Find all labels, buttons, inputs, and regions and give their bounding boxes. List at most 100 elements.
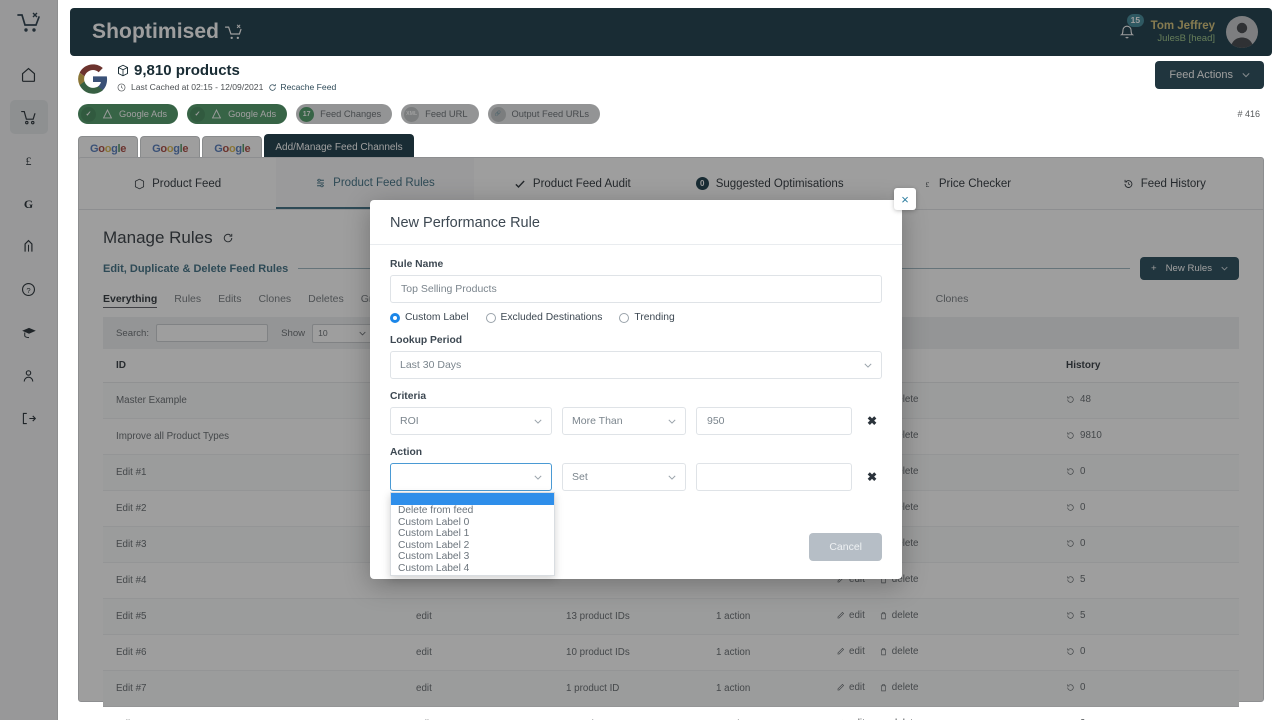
tab-feed-history[interactable]: Feed History	[1066, 158, 1263, 209]
pill-google-ads-2[interactable]: ✓ Google Ads	[187, 104, 288, 124]
remove-criteria-icon[interactable]: ✖	[862, 414, 882, 428]
rule-name-input[interactable]: Top Selling Products	[390, 275, 882, 303]
user-name: Tom Jeffrey	[1150, 19, 1215, 32]
search-input[interactable]	[156, 324, 269, 342]
action-row: Delete from feed Custom Label 0 Custom Lab…	[390, 463, 882, 576]
ads-icon	[211, 109, 222, 119]
cell-history: 0	[1053, 526, 1239, 563]
close-icon[interactable]: ×	[894, 188, 916, 210]
edit-row-button[interactable]: edit	[836, 610, 865, 621]
feed-change-count: 17	[299, 106, 315, 122]
clock-icon	[117, 83, 126, 91]
page-title-label: Manage Rules	[103, 228, 213, 247]
delete-row-button[interactable]: delete	[879, 610, 919, 621]
radio-custom-label[interactable]: Custom Label	[390, 312, 469, 323]
filter-edits[interactable]: Edits	[218, 293, 241, 308]
plus-icon: +	[1151, 263, 1157, 274]
notifications-button[interactable]: 15	[1118, 14, 1145, 45]
filter-rules[interactable]: Rules	[174, 293, 201, 308]
sidebar-item-pricing[interactable]: £	[10, 143, 48, 177]
cell-actions: 1 action	[703, 634, 823, 671]
action-value-input[interactable]	[696, 463, 852, 491]
radio-excluded-destinations[interactable]: Excluded Destinations	[485, 312, 602, 323]
new-rules-label: New Rules	[1165, 263, 1212, 274]
pencil-icon	[837, 647, 845, 655]
tab-label: Price Checker	[938, 177, 1012, 190]
radio-trending[interactable]: Trending	[619, 312, 675, 323]
product-count: 9,810 products	[117, 62, 336, 79]
edit-row-button[interactable]: edit	[836, 682, 865, 693]
search-label: Search:	[116, 327, 150, 339]
chevron-down-icon	[668, 475, 676, 480]
sidebar-item-academy[interactable]	[10, 315, 48, 349]
cell-row-actions: edit delete	[823, 634, 1053, 671]
chevron-down-icon	[534, 475, 542, 480]
lookup-period-select[interactable]: Last 30 Days	[390, 351, 882, 379]
dropdown-option[interactable]: Custom Label 3	[391, 551, 554, 563]
delete-row-button[interactable]: delete	[879, 646, 919, 657]
filter-clones-2[interactable]: Clones	[936, 293, 969, 308]
filter-everything[interactable]: Everything	[103, 293, 158, 308]
box-icon	[135, 178, 145, 189]
dropdown-option[interactable]: Custom Label 0	[391, 517, 554, 529]
cell-type: edit	[403, 706, 553, 720]
pill-feed-changes[interactable]: 17 Feed Changes	[296, 104, 393, 124]
history-icon	[1067, 468, 1074, 475]
pill-google-ads-1[interactable]: ✓ Google Ads	[78, 104, 179, 124]
action-operator-select[interactable]: Set	[562, 463, 686, 491]
pill-feed-url[interactable]: XML Feed URL	[401, 104, 479, 124]
history-icon	[1067, 612, 1074, 619]
dropdown-option[interactable]: Custom Label 2	[391, 540, 554, 552]
column-history[interactable]: History	[1053, 349, 1239, 383]
avatar[interactable]	[1226, 16, 1258, 48]
dropdown-option[interactable]: Delete from feed	[391, 505, 554, 517]
xml-icon: XML	[404, 106, 420, 122]
criteria-value-input[interactable]: 950	[696, 407, 852, 435]
dialog-title: New Performance Rule	[390, 215, 540, 231]
chevron-down-icon	[864, 363, 872, 368]
sidebar-item-logout[interactable]	[10, 401, 48, 435]
criteria-operator-select[interactable]: More Than	[562, 407, 686, 435]
dropdown-option[interactable]: Custom Label 4	[391, 563, 554, 575]
history-icon	[1067, 576, 1074, 583]
delete-row-button[interactable]: delete	[879, 682, 919, 693]
column-id[interactable]: ID	[103, 349, 403, 383]
action-field-select[interactable]	[390, 463, 552, 491]
pill-output-feed-urls[interactable]: 🔗 Output Feed URLs	[487, 104, 601, 124]
sidebar-item-account[interactable]	[10, 358, 48, 392]
recache-feed-button[interactable]: Recache Feed	[268, 82, 336, 92]
dropdown-option[interactable]	[391, 493, 554, 505]
shoptimised-logo-icon	[16, 12, 42, 39]
remove-action-icon[interactable]: ✖	[862, 470, 882, 484]
sidebar-item-channels[interactable]	[10, 229, 48, 263]
sidebar-item-home[interactable]	[10, 57, 48, 91]
sidebar-item-help[interactable]: ?	[10, 272, 48, 306]
cell-product-ids: 1 product ID	[553, 670, 703, 707]
edit-row-button[interactable]: edit	[836, 646, 865, 657]
cell-row-actions: editdelete	[823, 706, 1053, 720]
user-menu[interactable]: 15 Tom Jeffrey JulesB [head]	[1118, 14, 1262, 48]
last-cached: Last Cached at 02:15 - 12/09/2021 Recach…	[117, 82, 336, 92]
table-row: Edit #5 edit 13 product IDs 1 action edit del…	[103, 598, 1239, 635]
action-section: Action Delete from feed Custom Label 0 Cus…	[390, 447, 882, 576]
new-rules-button[interactable]: + New Rules	[1140, 257, 1239, 280]
cell-product-ids: 10 product IDs	[553, 634, 703, 671]
cell-actions: 1 action	[703, 598, 823, 635]
refresh-icon[interactable]	[222, 232, 234, 244]
check-icon: ✓	[81, 106, 96, 122]
sidebar-item-shopping[interactable]	[9, 100, 48, 134]
entries-value: 10	[318, 328, 328, 338]
filter-deletes[interactable]: Deletes	[308, 293, 344, 308]
ads-icon	[102, 109, 113, 119]
dropdown-option[interactable]: Custom Label 1	[391, 528, 554, 540]
tab-product-feed[interactable]: Product Feed	[79, 158, 276, 209]
action-field-options-list: Delete from feed Custom Label 0 Custom Lab…	[390, 492, 555, 576]
feed-actions-button[interactable]: Feed Actions	[1155, 61, 1264, 89]
chevron-down-icon	[534, 419, 542, 424]
criteria-value: 950	[707, 415, 725, 427]
filter-clones[interactable]: Clones	[258, 293, 291, 308]
sidebar-item-google[interactable]: G	[10, 186, 48, 220]
criteria-field-select[interactable]: ROI	[390, 407, 552, 435]
cancel-button[interactable]: Cancel	[809, 533, 882, 561]
entries-per-page-select[interactable]: 10	[312, 323, 373, 343]
